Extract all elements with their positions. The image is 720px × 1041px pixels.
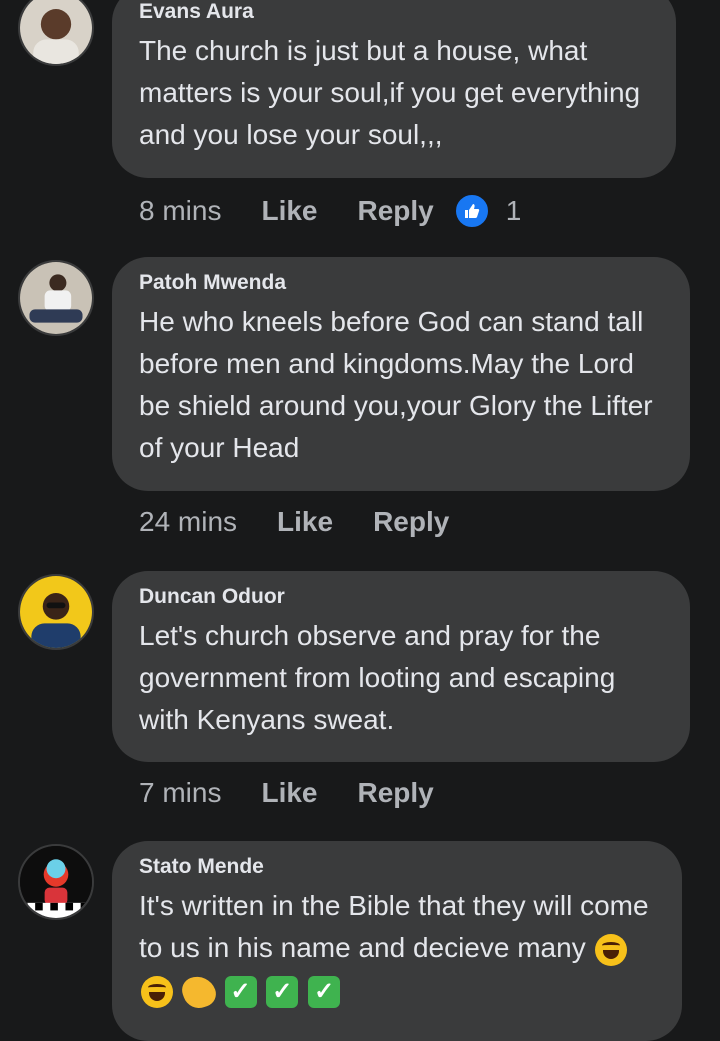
laughing-crying-emoji-icon	[595, 933, 628, 966]
reactions-summary[interactable]: 1	[453, 193, 522, 229]
check-mark-emoji-icon: ✓	[224, 975, 257, 1008]
comment-text: He who kneels before God can stand tall …	[139, 306, 653, 463]
comment-text: It's written in the Bible that they will…	[139, 885, 654, 1013]
reply-button[interactable]: Reply	[358, 777, 434, 809]
comment-text-content: It's written in the Bible that they will…	[139, 890, 649, 963]
check-mark-emoji-icon: ✓	[308, 975, 341, 1008]
avatar[interactable]	[18, 574, 94, 650]
like-button[interactable]: Like	[277, 506, 333, 538]
comment-bubble: Stato Mende It's written in the Bible th…	[112, 841, 682, 1041]
comment-author[interactable]: Stato Mende	[139, 855, 654, 879]
like-button[interactable]: Like	[261, 195, 317, 227]
reaction-count: 1	[505, 195, 522, 226]
comment-author[interactable]: Duncan Oduor	[139, 585, 662, 609]
avatar[interactable]	[18, 0, 94, 66]
avatar[interactable]	[18, 260, 94, 336]
comment-text: Let's church observe and pray for the go…	[139, 620, 616, 735]
comment-actions: 8 mins Like Reply 1	[139, 193, 521, 229]
comment-actions: 7 mins Like Reply	[139, 777, 474, 809]
comment-author[interactable]: Evans Aura	[139, 0, 648, 24]
comment-bubble: Duncan Oduor Let's church observe and pr…	[112, 571, 690, 762]
reply-button[interactable]: Reply	[373, 506, 449, 538]
comment-timestamp[interactable]: 24 mins	[139, 506, 237, 538]
comment-timestamp[interactable]: 8 mins	[139, 195, 221, 227]
thumbs-up-icon	[453, 193, 490, 229]
comment-bubble: Patoh Mwenda He who kneels before God ca…	[112, 257, 690, 491]
comment-timestamp[interactable]: 7 mins	[139, 777, 221, 809]
clapping-hands-emoji-icon	[178, 971, 220, 1013]
check-mark-emoji-icon: ✓	[266, 975, 299, 1008]
comment-bubble: Evans Aura The church is just but a hous…	[112, 0, 676, 178]
comment-author[interactable]: Patoh Mwenda	[139, 271, 662, 295]
comment-text: The church is just but a house, what mat…	[139, 35, 641, 150]
avatar[interactable]	[18, 844, 94, 920]
laughing-crying-emoji-icon	[141, 975, 173, 1008]
comment-actions: 24 mins Like Reply	[139, 506, 489, 538]
reply-button[interactable]: Reply	[358, 195, 434, 227]
like-button[interactable]: Like	[261, 777, 317, 809]
